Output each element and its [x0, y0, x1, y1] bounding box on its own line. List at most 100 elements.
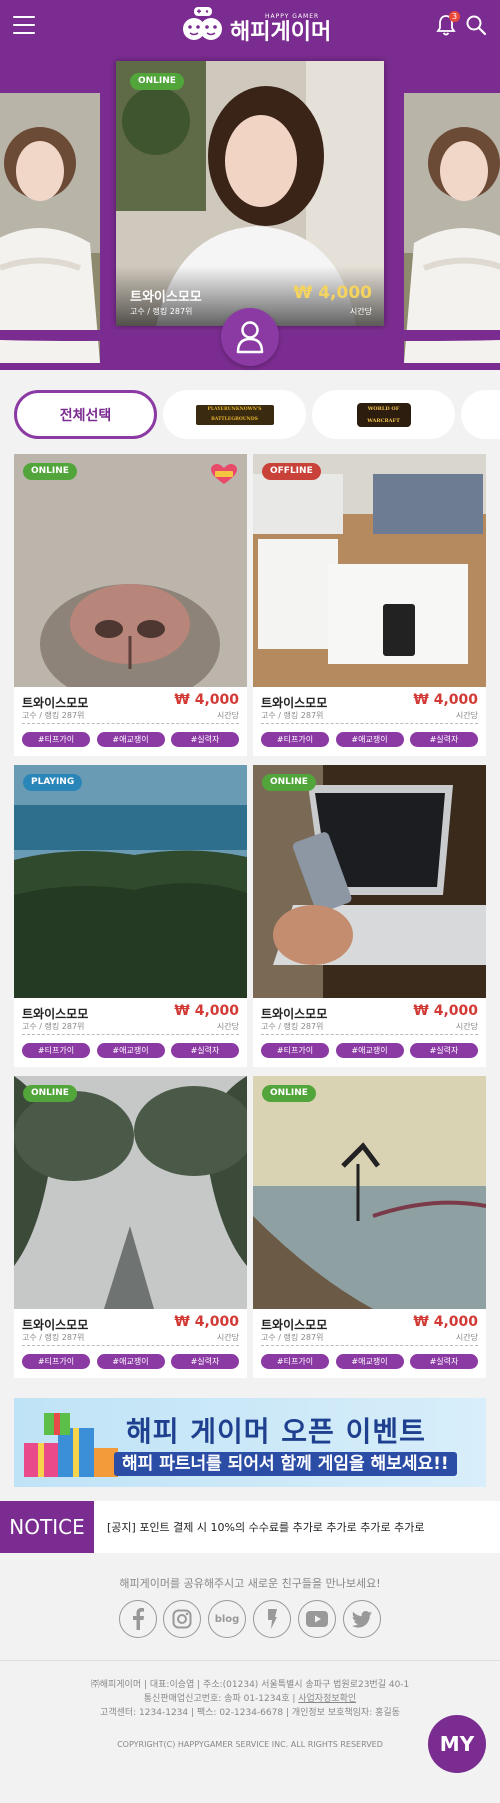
footer-business-info: 통신판매업신고번호: 송파 01-1234호 | 사업자정보확인	[0, 1692, 500, 1706]
footer-registration: 통신판매업신고번호: 송파 01-1234호 |	[143, 1694, 299, 1704]
favorite-heart-icon[interactable]	[210, 463, 238, 485]
logo-subtitle: HAPPY GAMER	[265, 13, 320, 20]
share-message: 해피게이머를 공유해주시고 새로운 친구들을 만나보세요!	[119, 1577, 381, 1590]
youtube-icon[interactable]	[298, 1600, 336, 1638]
status-badge: ONLINE	[23, 463, 77, 480]
tag-list: #티프가이 #애교쟁이 #실력자	[261, 1043, 478, 1058]
business-info-link[interactable]: 사업자정보확인	[298, 1694, 356, 1704]
instagram-icon[interactable]	[163, 1600, 201, 1638]
gamer-card[interactable]: ONLINE 트와이스모모 고수 / 랭킹 287위 ₩ 4,000 시간당 #…	[253, 765, 486, 1067]
notification-badge: 3	[449, 11, 460, 22]
app-header: HAPPY GAMER 해피게이머 3	[0, 0, 500, 50]
tag[interactable]: #티프가이	[261, 1354, 329, 1369]
tag-list: #티프가이 #애교쟁이 #실력자	[22, 1354, 239, 1369]
user-icon	[236, 321, 264, 354]
gamer-price: ₩ 4,000	[413, 1003, 478, 1019]
my-page-button[interactable]: MY	[428, 1715, 486, 1773]
price-unit: 시간당	[455, 711, 478, 720]
tag[interactable]: #애교쟁이	[96, 1043, 165, 1058]
gamer-photo	[14, 454, 247, 687]
footer-contact-info: 고객센터: 1234-1234 | 팩스: 02-1234-6678 | 개인정…	[100, 1708, 400, 1718]
kakao-story-icon[interactable]	[253, 1600, 291, 1638]
gamer-photo	[253, 454, 486, 687]
tag[interactable]: #실력자	[171, 1043, 239, 1058]
price-unit: 시간당	[216, 711, 239, 720]
banner-subtitle: 해피 파트너를 되어서 함께 게임을 해보세요!!	[114, 1452, 457, 1476]
category-tab-all[interactable]: 전체선택	[14, 390, 157, 439]
tag[interactable]: #티프가이	[261, 1043, 329, 1058]
divider	[261, 1034, 478, 1035]
gamer-card[interactable]: ONLINE 트와이스모모 고수 / 랭킹 287위 ₩ 4,000 시간당 #…	[14, 454, 247, 756]
wow-logo: WORLD OF WARCRAFT	[356, 402, 411, 427]
blog-icon[interactable]: blog	[208, 1600, 246, 1638]
status-badge: ONLINE	[130, 73, 184, 90]
footer-copyright: COPYRIGHT(C) HAPPYGAMER SERVICE INC. ALL…	[117, 1740, 383, 1749]
gamer-photo	[253, 765, 486, 998]
gamer-name: 트와이스모모	[261, 696, 328, 710]
status-badge: ONLINE	[262, 1085, 316, 1102]
tag-list: #티프가이 #애교쟁이 #실력자	[22, 732, 239, 747]
twitter-icon[interactable]	[343, 1600, 381, 1638]
facebook-icon[interactable]	[119, 1600, 157, 1638]
gamer-name: 트와이스모모	[22, 1318, 89, 1332]
my-profile-button[interactable]	[221, 308, 279, 366]
notice-text[interactable]: [공지] 포인트 결제 시 10%의 수수료를 추가로 추가로 추가로 추가로	[107, 1519, 425, 1535]
divider	[261, 723, 478, 724]
tag[interactable]: #실력자	[410, 1043, 478, 1058]
footer-divider	[0, 1660, 500, 1661]
divider	[261, 1345, 478, 1346]
gamer-price: ₩ 4,000	[174, 1314, 239, 1330]
category-tab-more[interactable]	[461, 390, 500, 439]
tag[interactable]: #애교쟁이	[96, 732, 165, 747]
logo[interactable]: HAPPY GAMER 해피게이머	[180, 4, 331, 46]
tag[interactable]: #실력자	[171, 1354, 239, 1369]
gamer-card[interactable]: PLAYING 트와이스모모 고수 / 랭킹 287위 ₩ 4,000 시간당 …	[14, 765, 247, 1067]
tag[interactable]: #티프가이	[22, 1354, 90, 1369]
tag-list: #티프가이 #애교쟁이 #실력자	[261, 1354, 478, 1369]
gamer-price: ₩ 4,000	[174, 1003, 239, 1019]
price-unit: 시간당	[216, 1022, 239, 1031]
notice-bar[interactable]: NOTICE [공지] 포인트 결제 시 10%의 수수료를 추가로 추가로 추…	[0, 1501, 500, 1553]
gamer-rank: 고수 / 랭킹 287위	[22, 711, 85, 720]
carousel-prev-photo[interactable]	[0, 93, 100, 363]
category-tab-wow[interactable]: WORLD OF WARCRAFT	[312, 390, 455, 439]
gamer-name: 트와이스모모	[22, 696, 89, 710]
notice-label: NOTICE	[0, 1501, 94, 1553]
featured-gamer-card[interactable]: ONLINE 트와이스모모 고수 / 랭킹 287위 ₩ 4,000 시간당	[116, 61, 384, 326]
gamer-photo	[253, 1076, 486, 1309]
tag[interactable]: #애교쟁이	[335, 1354, 404, 1369]
divider	[22, 723, 239, 724]
price-unit: 시간당	[455, 1022, 478, 1031]
gamer-card[interactable]: OFFLINE 트와이스모모 고수 / 랭킹 287위 ₩ 4,000 시간당 …	[253, 454, 486, 756]
tag[interactable]: #티프가이	[261, 732, 329, 747]
tag[interactable]: #실력자	[410, 1354, 478, 1369]
tag-list: #티프가이 #애교쟁이 #실력자	[261, 732, 478, 747]
tag[interactable]: #애교쟁이	[96, 1354, 165, 1369]
event-banner[interactable]: 해피 게이머 오픈 이벤트 해피 파트너를 되어서 함께 게임을 해보세요!!	[14, 1398, 486, 1487]
gamer-card[interactable]: ONLINE 트와이스모모 고수 / 랭킹 287위 ₩ 4,000 시간당 #…	[253, 1076, 486, 1378]
gamer-rank: 고수 / 랭킹 287위	[261, 1022, 324, 1031]
tag[interactable]: #애교쟁이	[335, 1043, 404, 1058]
gamer-photo	[14, 1076, 247, 1309]
gamer-name: 트와이스모모	[130, 290, 202, 305]
gamer-rank: 고수 / 랭킹 287위	[22, 1022, 85, 1031]
status-badge: PLAYING	[23, 774, 83, 791]
menu-icon[interactable]	[13, 16, 35, 34]
footer-company-info: ㈜해피게이머 | 대표:이승엽 | 주소:(01234) 서울특별시 송파구 법…	[90, 1680, 410, 1690]
tag[interactable]: #티프가이	[22, 732, 90, 747]
price-unit: 시간당	[216, 1333, 239, 1342]
price-unit: 시간당	[349, 307, 372, 316]
search-icon[interactable]	[465, 14, 487, 36]
status-badge: OFFLINE	[262, 463, 321, 480]
tag[interactable]: #실력자	[410, 732, 478, 747]
tag[interactable]: #티프가이	[22, 1043, 90, 1058]
tag[interactable]: #실력자	[171, 732, 239, 747]
tag[interactable]: #애교쟁이	[335, 732, 404, 747]
gamer-card[interactable]: ONLINE 트와이스모모 고수 / 랭킹 287위 ₩ 4,000 시간당 #…	[14, 1076, 247, 1378]
category-tab-pubg[interactable]: PLAYERUNKNOWN'S BATTLEGROUNDS	[163, 390, 306, 439]
gamer-price: ₩ 4,000	[413, 692, 478, 708]
carousel-next-photo[interactable]	[404, 93, 500, 363]
pubg-logo: PLAYERUNKNOWN'S BATTLEGROUNDS	[195, 404, 274, 425]
gamer-rank: 고수 / 랭킹 287위	[261, 1333, 324, 1342]
gamer-name: 트와이스모모	[261, 1007, 328, 1021]
